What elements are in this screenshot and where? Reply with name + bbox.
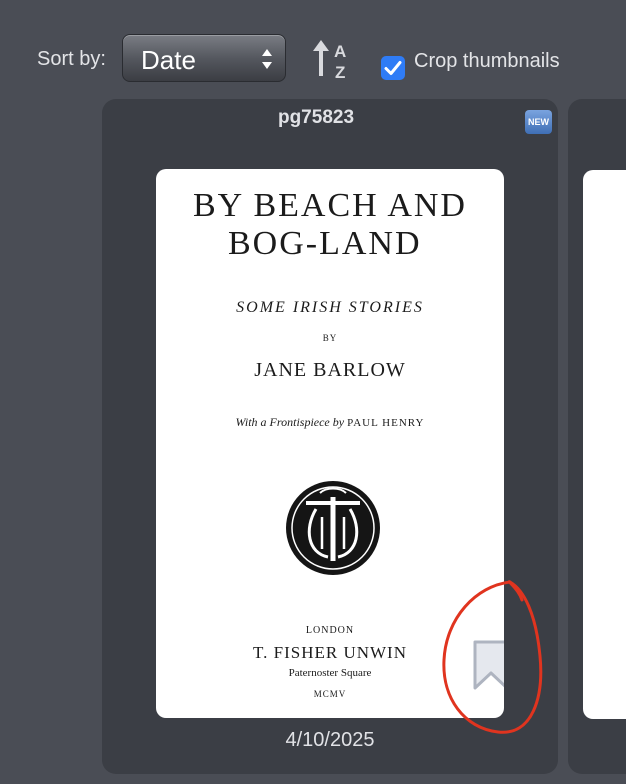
annotation-circle (442, 580, 543, 734)
cover-frontispiece-artist: PAUL HENRY (347, 417, 425, 429)
publisher-monogram-emblem (286, 481, 380, 575)
sort-ascending-az-icon: A Z (313, 40, 346, 80)
new-badge: NEW (525, 110, 552, 134)
book-card-title: pg75823 (277, 107, 355, 128)
cover-subtitle: SOME IRISH STORIES (236, 299, 424, 316)
svg-text:Z: Z (335, 63, 345, 80)
crop-thumbnails-label[interactable]: Crop thumbnails (414, 50, 560, 73)
cover-frontispiece: With a Frontispiece by PAUL HENRY (156, 415, 504, 430)
sort-select-value: Date (141, 45, 196, 75)
checkmark-icon (384, 61, 402, 75)
cover-title-line2: BOG-LAND (228, 225, 422, 262)
sort-select[interactable]: Date (122, 34, 286, 82)
cover-frontispiece-prefix: With a Frontispiece by (235, 415, 345, 429)
cover-title-line1: BY BEACH AND (193, 187, 467, 224)
book-cover-thumbnail-next[interactable] (583, 170, 626, 719)
cover-author: JANE BARLOW (254, 359, 406, 381)
sort-direction-button[interactable]: A Z (310, 38, 360, 80)
svg-text:A: A (334, 42, 346, 61)
select-arrows-icon (262, 49, 272, 69)
crop-thumbnails-checkbox[interactable] (381, 56, 405, 80)
toolbar: Sort by: Date A Z Crop thumbnails (0, 30, 626, 86)
book-card[interactable]: pg75823 NEW BY BEACH AND BOG-LAND SOME I… (102, 99, 558, 774)
cover-by: BY (322, 333, 338, 343)
sort-by-label: Sort by: (37, 48, 106, 70)
